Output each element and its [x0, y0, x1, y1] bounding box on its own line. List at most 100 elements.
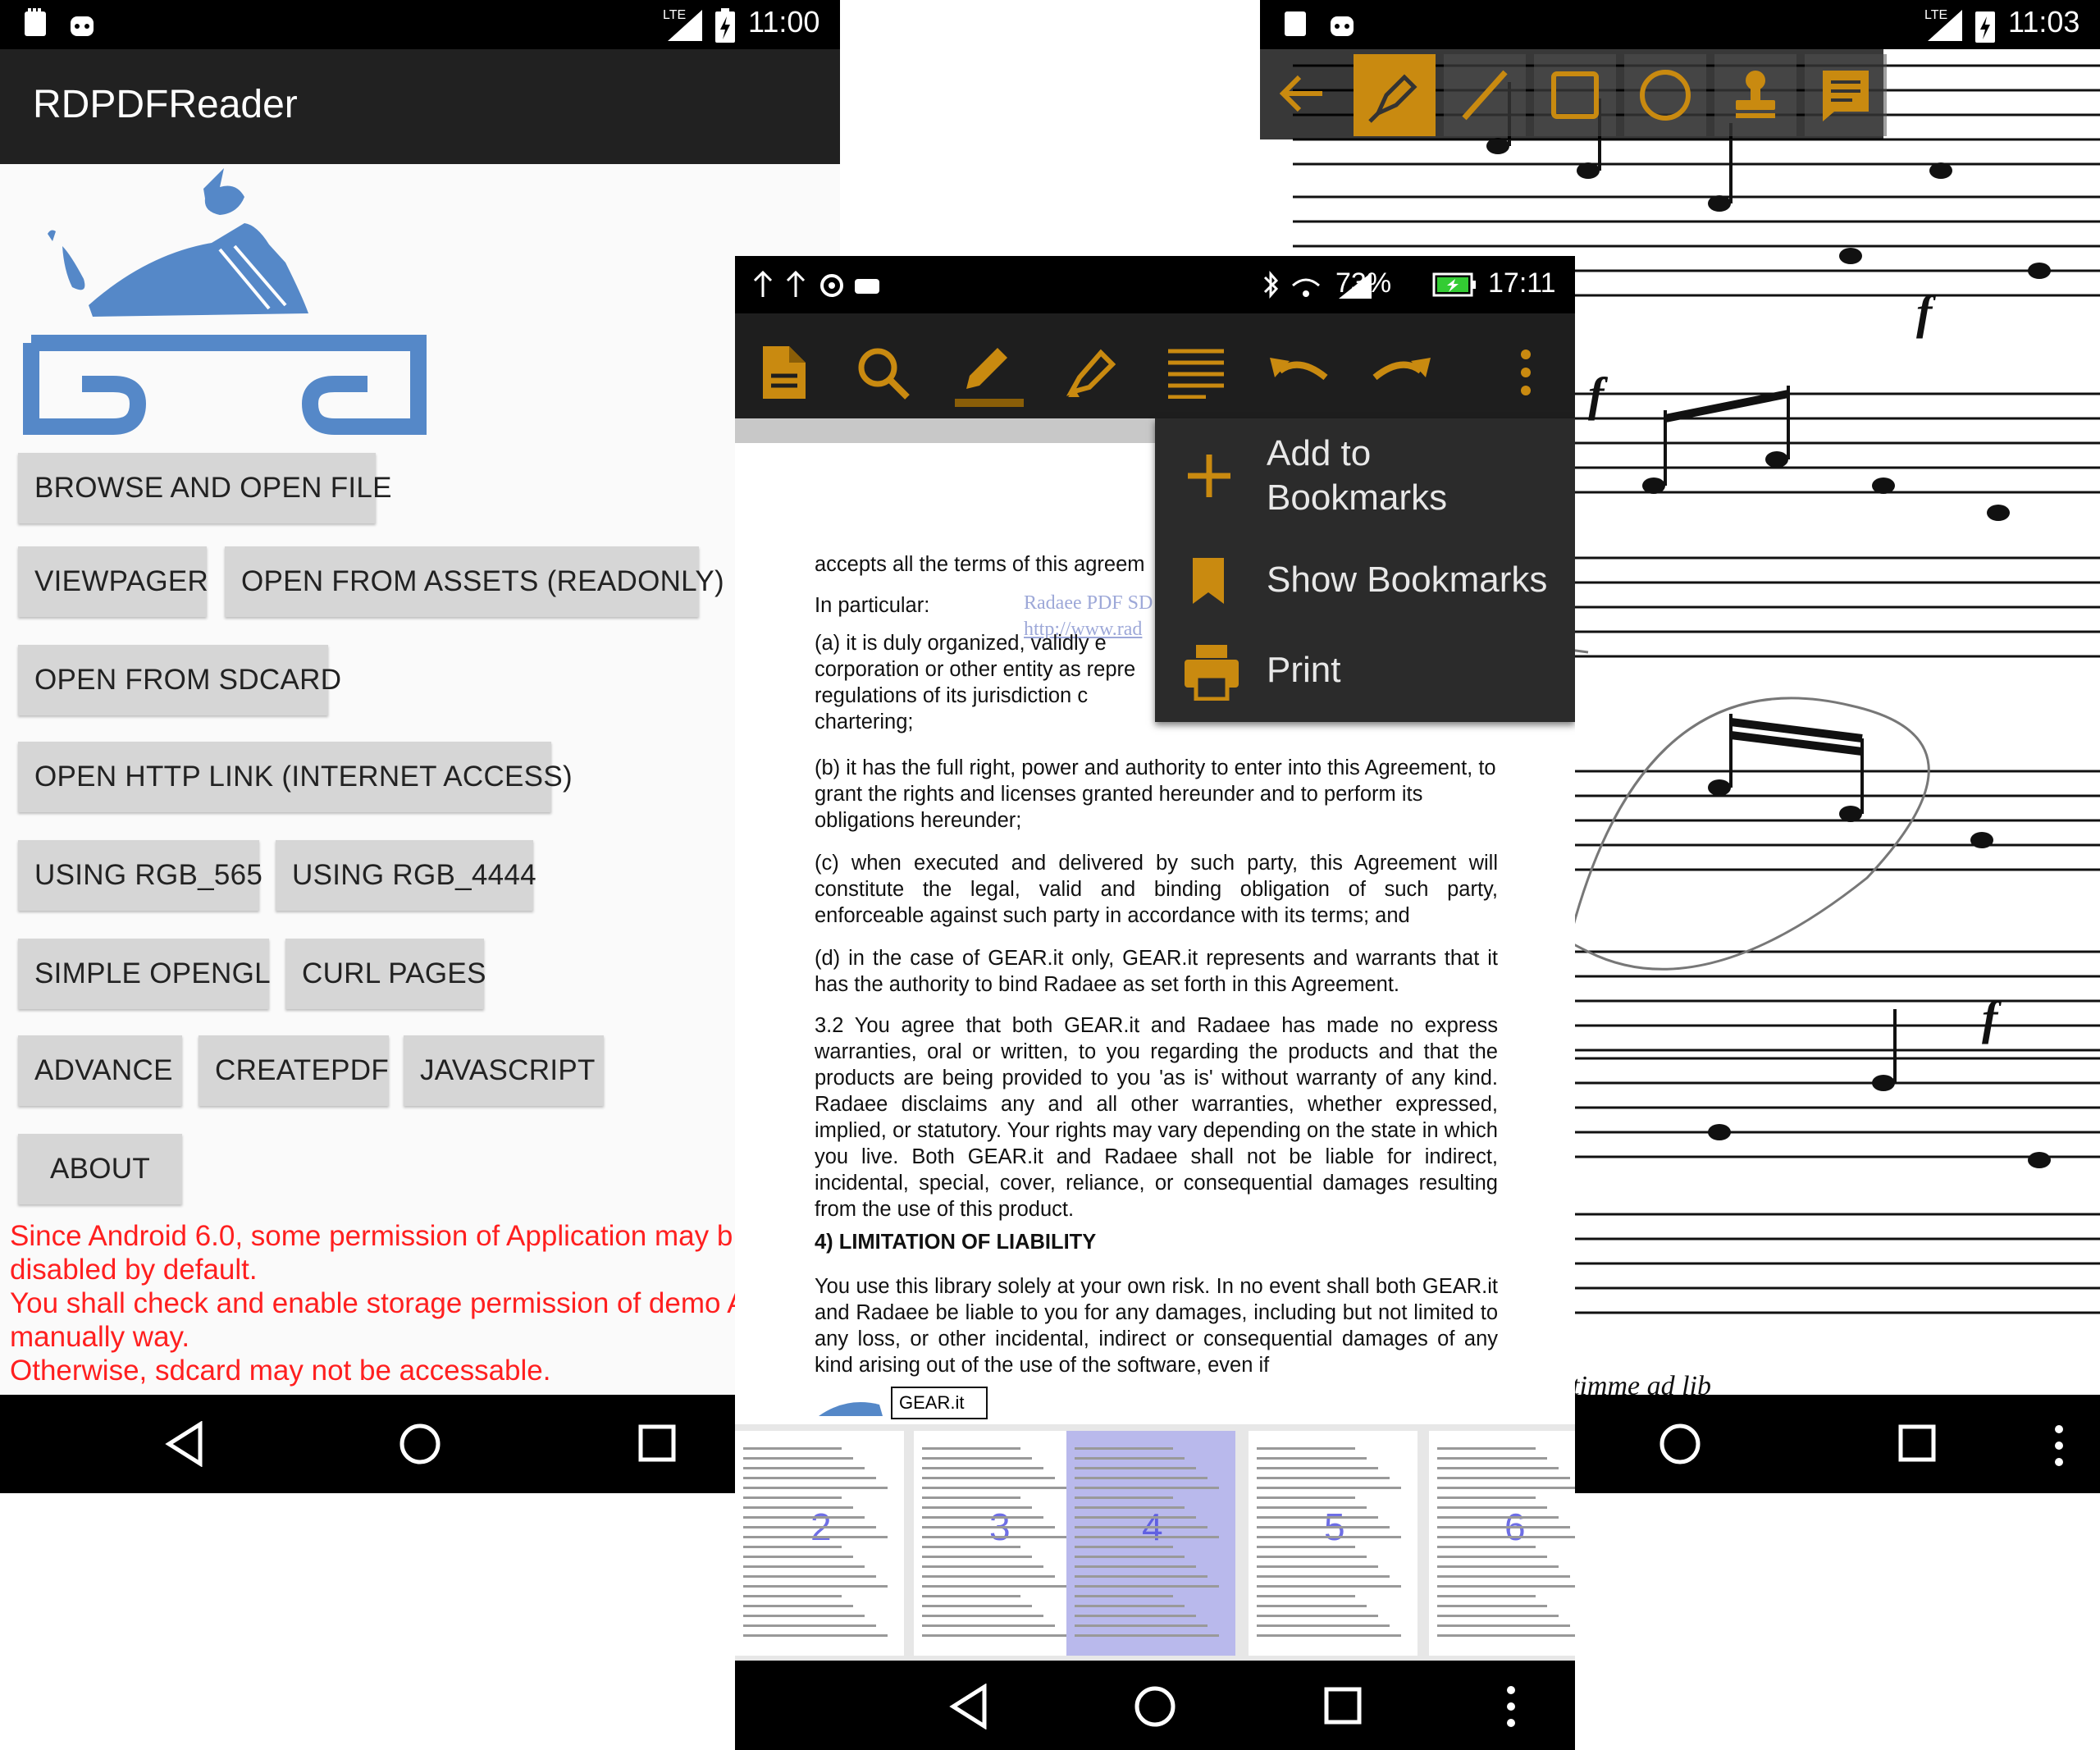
thumbnail-text-line — [1437, 1595, 1536, 1597]
para-b: (b) it has the full right, power and aut… — [815, 756, 1496, 832]
thumbnail-page[interactable]: 3 — [914, 1431, 1083, 1656]
createpdf-button[interactable]: CREATEPDF — [199, 1035, 389, 1106]
back-nav-icon[interactable] — [948, 1684, 989, 1729]
thumbnail-text-line — [1437, 1516, 1559, 1519]
thumbnail-text-line — [1075, 1605, 1185, 1607]
signal-icon — [1928, 10, 1962, 41]
thumbnail-text-line — [922, 1634, 1066, 1637]
thumbnail-text-line — [1257, 1516, 1378, 1519]
gear-logo-text: GEAR.it — [899, 1392, 965, 1413]
curl-pages-button[interactable]: CURL PAGES — [285, 939, 486, 1009]
line-tool[interactable] — [1444, 54, 1526, 136]
thumbnail-text-line — [922, 1536, 1066, 1538]
overflow-menu-icon[interactable] — [1518, 346, 1534, 399]
menu-label: Bookmarks — [1267, 477, 1448, 518]
status-bar: 73% 17:11 — [735, 256, 1575, 313]
thumbnail-text-line — [1257, 1595, 1355, 1597]
menu-item-print[interactable]: Print — [1155, 624, 1575, 722]
thumbnail-text-line — [1437, 1585, 1575, 1588]
viewpager-button[interactable]: VIEWPAGER — [18, 546, 208, 617]
thumbnail-text-line — [1257, 1634, 1401, 1637]
recents-nav-icon[interactable] — [1322, 1685, 1365, 1728]
thumbnail-text-line — [1257, 1605, 1367, 1607]
thumbnail-text-line — [743, 1556, 853, 1558]
warning-line: Otherwise, sdcard may not be accessable. — [10, 1355, 551, 1387]
thumbnail-text-line — [1437, 1634, 1575, 1637]
footer-logo-icon — [819, 1402, 883, 1416]
thumbnail-text-line — [743, 1546, 842, 1548]
redo-icon[interactable] — [1368, 350, 1434, 395]
warning-line: disabled by default. — [10, 1254, 258, 1286]
home-nav-icon[interactable] — [1132, 1684, 1178, 1729]
open-from-assets-button[interactable]: OPEN FROM ASSETS (READONLY) — [225, 546, 724, 617]
thumbnail-text-line — [1257, 1496, 1355, 1499]
thumbnail-page[interactable]: 5 — [1249, 1431, 1418, 1656]
thumbnail-text-line — [922, 1506, 1032, 1509]
recents-nav-icon[interactable] — [1897, 1423, 1939, 1465]
thumbnail-text-line — [922, 1487, 1066, 1489]
open-http-link-button[interactable]: OPEN HTTP LINK (INTERNET ACCESS) — [18, 742, 573, 812]
simple-opengl-button[interactable]: SIMPLE OPENGL — [18, 939, 271, 1009]
thumbnail-text-line — [922, 1595, 1020, 1597]
rectangle-icon — [1551, 71, 1599, 119]
open-from-sdcard-button[interactable]: OPEN FROM SDCARD — [18, 645, 341, 715]
thumbnail-text-line — [922, 1546, 1020, 1548]
about-button[interactable]: ABOUT — [18, 1134, 182, 1204]
battery-icon — [715, 8, 735, 43]
thumbnail-text-line — [1075, 1536, 1219, 1538]
thumbnail-page[interactable]: 6 — [1429, 1431, 1575, 1656]
search-icon[interactable] — [855, 345, 912, 402]
thumbnail-text-line — [743, 1506, 853, 1509]
javascript-button[interactable]: JAVASCRIPT — [404, 1035, 604, 1106]
thumbnail-text-line — [1075, 1546, 1173, 1548]
document-icon[interactable] — [758, 343, 810, 402]
notification-icons — [25, 8, 94, 36]
notification-icons — [753, 271, 879, 297]
rgb565-button[interactable]: USING RGB_565 — [18, 840, 262, 911]
warning-line: You shall check and enable storage permi… — [10, 1287, 746, 1319]
rectangle-tool[interactable] — [1534, 54, 1616, 136]
notification-icons — [1285, 11, 1354, 36]
ink-pen-tool[interactable] — [1354, 54, 1436, 136]
highlighter-icon[interactable] — [1060, 341, 1122, 404]
more-nav-icon[interactable] — [1503, 1682, 1519, 1731]
thumbnail-page[interactable]: 2 — [735, 1431, 904, 1656]
back-arrow-icon[interactable] — [1278, 69, 1327, 118]
thumbnail-text-line — [1437, 1565, 1559, 1568]
annotation-toolbar — [1260, 49, 1887, 139]
home-nav-icon[interactable] — [1657, 1421, 1703, 1467]
thumbnail-text-line — [1437, 1477, 1570, 1479]
menu-label: Show Bookmarks — [1267, 560, 1548, 600]
thumbnail-text-line — [922, 1624, 1055, 1627]
menu-item-add-bookmarks[interactable]: Add to Bookmarks — [1155, 418, 1575, 541]
recents-nav-icon[interactable] — [637, 1423, 679, 1465]
note-tool[interactable] — [1805, 54, 1887, 136]
thumbnail-text-line — [1075, 1575, 1208, 1578]
more-nav-icon[interactable] — [2051, 1421, 2067, 1470]
thumbnail-text-line — [1257, 1536, 1401, 1538]
thumbnail-text-line — [922, 1477, 1055, 1479]
rgb4444-button[interactable]: USING RGB_4444 — [276, 840, 536, 911]
back-nav-icon[interactable] — [164, 1421, 205, 1467]
thumbnail-text-line — [1075, 1595, 1173, 1597]
stamp-tool[interactable] — [1714, 54, 1796, 136]
thumbnail-text-line — [1257, 1556, 1367, 1558]
pencil-icon[interactable] — [953, 338, 1027, 410]
ellipse-tool[interactable] — [1624, 54, 1706, 136]
home-nav-icon[interactable] — [397, 1421, 443, 1467]
menu-label: Add to — [1267, 433, 1372, 473]
para-3-2: 3.2 You agree that both GEAR.it and Rada… — [815, 1014, 1498, 1221]
thumbnail-text-line — [1437, 1605, 1547, 1607]
menu-item-show-bookmarks[interactable]: Show Bookmarks — [1155, 541, 1575, 624]
score-caption: timme ad lib — [1572, 1371, 1711, 1395]
thumbnail-text-line — [1437, 1447, 1536, 1450]
align-icon[interactable] — [1166, 346, 1226, 399]
thumbnail-text-line — [743, 1565, 865, 1568]
advance-button[interactable]: ADVANCE — [18, 1035, 182, 1106]
ellipse-icon — [1640, 70, 1691, 121]
thumbnail-text-line — [743, 1447, 842, 1450]
stamp-icon — [1736, 71, 1775, 118]
undo-icon[interactable] — [1267, 350, 1332, 395]
thumbnail-page-selected[interactable]: 4 — [1066, 1431, 1235, 1656]
browse-open-file-button[interactable]: BROWSE AND OPEN FILE — [18, 453, 392, 523]
